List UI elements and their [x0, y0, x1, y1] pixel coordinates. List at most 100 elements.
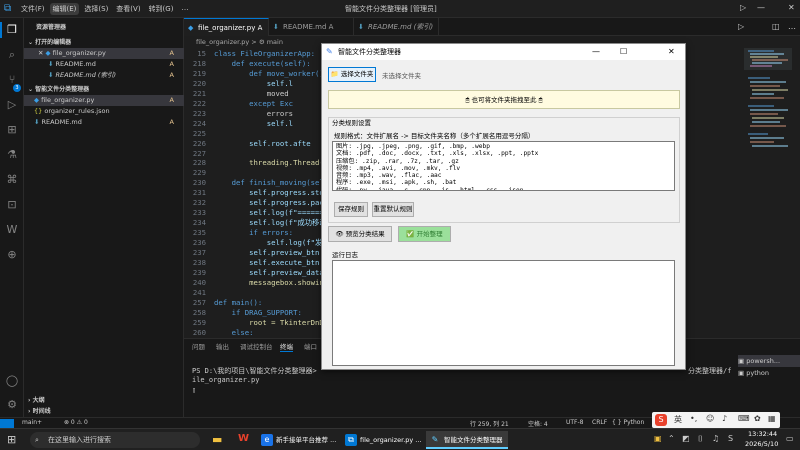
ime-mode[interactable]: 英	[674, 414, 682, 425]
close-window-icon[interactable]: ✕	[788, 3, 795, 12]
explorer-sidebar: 资源管理器 ⌄ 打开的编辑器 ✕ ◆ file_organizer.py A ⬇ …	[24, 18, 184, 417]
tab-problems[interactable]: 问题	[192, 341, 205, 351]
outline-section[interactable]: › 大纲	[24, 395, 184, 406]
terminal-instance[interactable]: ▣ powersh...	[738, 355, 800, 367]
menu-more[interactable]: …	[178, 3, 191, 15]
open-editor-label: file_organizer.py	[52, 49, 106, 57]
eol[interactable]: CRLF	[592, 419, 607, 426]
tab-file-organizer[interactable]: ◆ file_organizer.py A	[184, 18, 269, 36]
tab-terminal[interactable]: 终端	[280, 341, 293, 352]
taskbar-app-browser[interactable]: e 新手接单平台推荐 ...	[258, 431, 340, 449]
settings-gear-icon[interactable]: ⚙	[5, 398, 19, 412]
clock-date[interactable]: 2026/5/10	[745, 440, 778, 448]
start-organize-button[interactable]: ✅ 开始整理	[398, 226, 451, 242]
minimize-icon[interactable]: —	[592, 44, 600, 60]
sogou-icon[interactable]: S	[655, 414, 667, 426]
notification-icon[interactable]: ▭	[786, 434, 794, 443]
encoding[interactable]: UTF-8	[566, 419, 584, 426]
drop-zone[interactable]: 🖱 也可将文件夹拖拽至此 🖱	[328, 90, 680, 109]
show-hidden-icons[interactable]: ⌃	[668, 434, 675, 443]
tab-ports[interactable]: 端口	[304, 341, 317, 351]
tray-icon[interactable]: ▣	[654, 434, 662, 443]
taskbar-search-placeholder: 在这里输入进行搜索	[48, 436, 111, 444]
code-line: self.l	[214, 118, 294, 128]
wps-icon[interactable]: W	[238, 433, 249, 444]
toolbox-icon[interactable]: ▦	[768, 414, 776, 423]
punctuation-icon[interactable]: •,	[690, 414, 697, 423]
vscode-logo-icon: ⧉	[4, 3, 12, 14]
taskbar-app-organizer[interactable]: ✎ 智能文件分类整理器	[426, 431, 508, 449]
menu-edit[interactable]: 编辑(E)	[49, 2, 80, 15]
menu-goto[interactable]: 转到(G)	[146, 3, 177, 15]
markdown-file-icon: ⬇	[358, 23, 364, 31]
preview-button[interactable]: 👁 预览分类结果	[328, 226, 392, 242]
project-section[interactable]: ⌄ 智能文件分类整理器	[24, 84, 184, 95]
testing-icon[interactable]: ⚗	[5, 148, 19, 162]
close-icon[interactable]: ✕	[668, 44, 675, 60]
open-editor-item[interactable]: ⬇ README.md A	[24, 59, 184, 70]
language-mode[interactable]: { } Python	[612, 419, 644, 426]
vscode-titlebar: ⧉ 文件(F) 编辑(E) 选择(S) 查看(V) 转到(G) … 智能文件分类…	[0, 0, 800, 18]
tab-debug-console[interactable]: 调试控制台	[240, 341, 273, 351]
run-file-icon[interactable]: ▷	[738, 22, 744, 31]
terminal-icon: ▣	[738, 357, 745, 365]
open-editor-item[interactable]: ⬇ README.md (索引) A	[24, 70, 184, 81]
run-debug-icon[interactable]: ▷	[5, 98, 19, 112]
search-icon[interactable]: ⌕	[5, 48, 19, 62]
account-icon[interactable]: ◯	[5, 374, 19, 388]
keyboard-icon[interactable]: ⌨	[738, 414, 750, 423]
minimize-icon[interactable]: —	[757, 3, 765, 12]
maximize-icon[interactable]: ☐	[620, 44, 627, 60]
organizer-titlebar: ✎ 智能文件分类整理器 — ☐ ✕	[322, 44, 685, 60]
voice-icon[interactable]: ♪	[722, 414, 727, 423]
explorer-icon[interactable]: ❐	[5, 23, 19, 37]
tray-folder-icon[interactable]: ◩	[682, 434, 690, 443]
file-item[interactable]: {} organizer_rules.json	[24, 106, 184, 117]
python-icon[interactable]: ⌘	[5, 173, 19, 187]
ime-indicator[interactable]: S	[728, 434, 733, 443]
cursor-position[interactable]: 行 259, 列 21	[470, 419, 509, 428]
file-explorer-icon[interactable]: ▬	[212, 433, 222, 446]
extension-tool-icon[interactable]: ⊕	[5, 248, 19, 262]
taskbar-search[interactable]: ⌕ 在这里输入进行搜索	[30, 432, 200, 448]
windows-start-icon[interactable]: ⊞	[7, 433, 16, 446]
reset-rules-button[interactable]: 重置默认规则	[372, 202, 414, 217]
log-text-area[interactable]	[332, 260, 675, 366]
problems-count[interactable]: ⊗ 0 ⚠ 0	[64, 419, 88, 426]
more-actions-icon[interactable]: …	[788, 22, 796, 31]
terminal-icon: ▣	[738, 369, 745, 377]
timeline-section[interactable]: › 时间线	[24, 406, 184, 417]
taskbar-app-vscode[interactable]: ⧉ file_organizer.py ...	[342, 431, 424, 449]
file-item[interactable]: ◆ file_organizer.py A	[24, 95, 184, 106]
python-file-icon: ◆	[188, 24, 194, 32]
file-item[interactable]: ⬇ README.md A	[24, 117, 184, 128]
tab-readme-index[interactable]: ⬇ README.md (索引)	[354, 18, 439, 36]
wiki-icon[interactable]: W	[5, 223, 19, 237]
skin-icon[interactable]: ✿	[754, 414, 761, 423]
open-editors-section[interactable]: ⌄ 打开的编辑器	[24, 37, 184, 48]
menu-selection[interactable]: 选择(S)	[81, 3, 111, 15]
menu-view[interactable]: 查看(V)	[113, 3, 143, 15]
network-icon[interactable]: ⌷	[698, 434, 703, 444]
select-folder-button[interactable]: 📁 选择文件夹	[328, 67, 376, 82]
indent-setting[interactable]: 空格: 4	[528, 419, 548, 428]
volume-icon[interactable]: ♫	[712, 434, 719, 443]
git-branch[interactable]: main+	[22, 419, 42, 426]
save-rules-button[interactable]: 保存规则	[334, 202, 368, 217]
open-editor-item[interactable]: ✕ ◆ file_organizer.py A	[24, 48, 184, 59]
menu-file[interactable]: 文件(F)	[18, 3, 48, 15]
tab-readme[interactable]: ⬇ README.md A	[269, 18, 354, 36]
remote-icon[interactable]: ⊡	[5, 198, 19, 212]
folder-path-label: 未选择文件夹	[382, 72, 421, 80]
clock-time[interactable]: 13:32:44	[748, 430, 777, 438]
split-editor-icon[interactable]: ◫	[772, 22, 780, 31]
rules-text-area[interactable]: 图片: .jpg, .jpeg, .png, .gif, .bmp, .webp…	[332, 141, 675, 191]
terminal-instance[interactable]: ▣ python	[738, 367, 800, 379]
markdown-file-icon: ⬇	[48, 71, 54, 79]
run-icon[interactable]: ▷	[740, 3, 746, 12]
tab-output[interactable]: 输出	[216, 341, 229, 351]
minimap[interactable]	[744, 48, 792, 338]
emoji-icon[interactable]: ☺	[706, 414, 714, 423]
extensions-icon[interactable]: ⊞	[5, 123, 19, 137]
tab-label: README.md A	[283, 23, 334, 31]
